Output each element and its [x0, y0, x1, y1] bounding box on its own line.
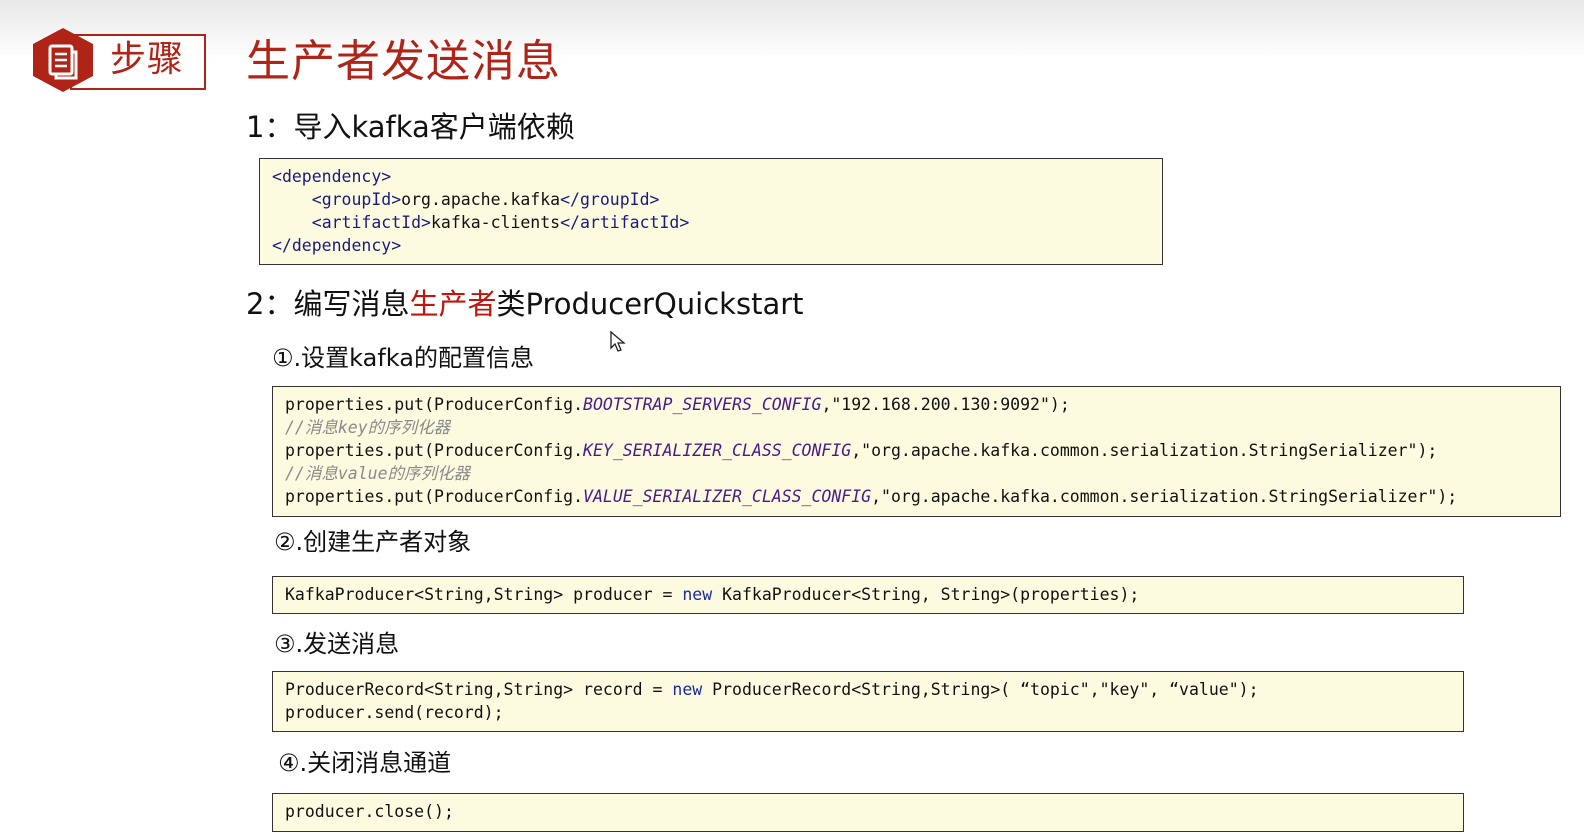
sub3-heading: ③.发送消息: [274, 630, 400, 658]
code-comment: //消息key的序列化器: [285, 418, 451, 437]
step1-heading: 1：导入kafka客户端依赖: [246, 110, 575, 144]
code-token: artifactId: [579, 213, 680, 232]
code-token: KEY_SERIALIZER_CLASS_CONFIG: [583, 441, 852, 460]
code-token: dependency: [291, 236, 392, 255]
code-token: VALUE_SERIALIZER_CLASS_CONFIG: [583, 487, 872, 506]
send-code-block: ProducerRecord<String,String> record = n…: [272, 671, 1464, 732]
page-title: 生产者发送消息: [246, 36, 561, 87]
code-token: properties.put(ProducerConfig.: [285, 395, 584, 414]
code-token: producer.close();: [285, 802, 454, 821]
document-icon: [33, 28, 93, 92]
config-code-block: properties.put(ProducerConfig.BOOTSTRAP_…: [272, 386, 1561, 517]
step2-heading-prefix: 2：编写消息: [246, 287, 410, 321]
step2-heading-highlight: 生产者: [409, 287, 497, 321]
step-badge: 步骤: [30, 26, 206, 94]
top-gradient-bar: [0, 0, 1584, 60]
code-comment: //消息value的序列化器: [285, 464, 471, 483]
close-code-block: producer.close();: [272, 793, 1464, 832]
code-token: properties.put(ProducerConfig.: [285, 441, 584, 460]
code-token: producer.send(record);: [285, 703, 504, 722]
producer-code-block: KafkaProducer<String,String> producer = …: [272, 576, 1464, 614]
code-token: properties.put(ProducerConfig.: [285, 487, 584, 506]
code-token: groupId: [321, 190, 392, 209]
code-token: org.apache.kafka: [401, 190, 561, 209]
code-token: ProducerRecord<String,String> record =: [285, 680, 673, 699]
code-token: kafka-clients: [430, 213, 561, 232]
code-token: dependency: [281, 167, 382, 186]
code-keyword: new: [682, 585, 713, 604]
step2-heading-suffix: 类ProducerQuickstart: [496, 287, 804, 321]
sub1-heading: ①.设置kafka的配置信息: [272, 344, 534, 372]
badge-label: 步骤: [110, 39, 185, 80]
code-token: ProducerRecord<String,String>( “topic","…: [702, 680, 1259, 699]
code-token: ,"192.168.200.130:9092");: [821, 395, 1070, 414]
code-token: groupId: [580, 190, 650, 209]
code-token: artifactId: [321, 213, 422, 232]
code-token: KafkaProducer<String, String>(properties…: [712, 585, 1140, 604]
code-token: ,"org.apache.kafka.common.serialization.…: [851, 441, 1438, 460]
dependency-code-block: <dependency> <groupId>org.apache.kafka</…: [259, 158, 1163, 265]
mouse-cursor-icon: [610, 331, 626, 352]
code-keyword: new: [672, 680, 703, 699]
code-token: KafkaProducer<String,String> producer =: [285, 585, 683, 604]
sub2-heading: ②.创建生产者对象: [274, 528, 472, 556]
code-token: BOOTSTRAP_SERVERS_CONFIG: [583, 395, 822, 414]
code-token: ,"org.apache.kafka.common.serialization.…: [871, 487, 1458, 506]
step2-heading: 2：编写消息生产者类ProducerQuickstart: [246, 284, 804, 324]
sub4-heading: ④.关闭消息通道: [278, 749, 452, 777]
